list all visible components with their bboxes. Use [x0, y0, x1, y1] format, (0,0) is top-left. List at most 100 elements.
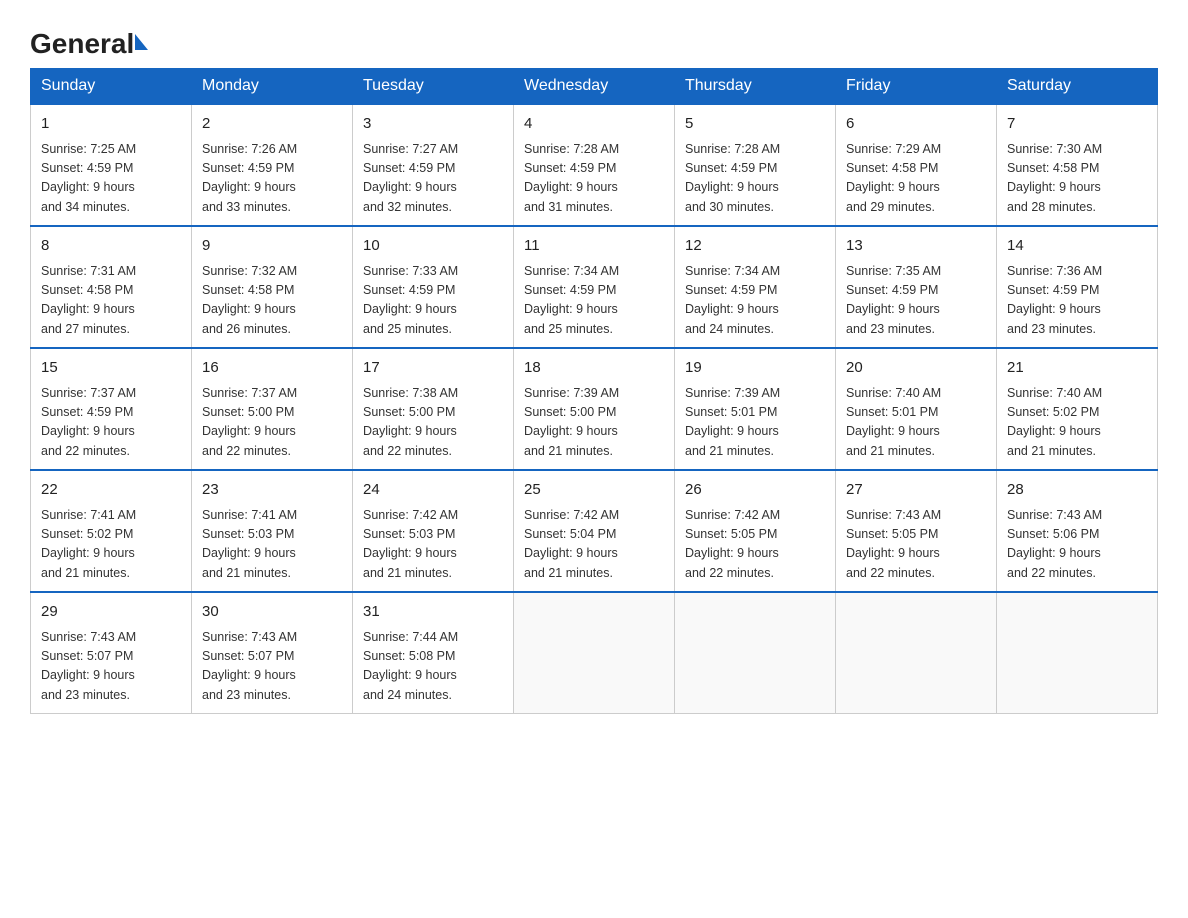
- day-info: Sunrise: 7:39 AM Sunset: 5:01 PM Dayligh…: [685, 384, 825, 462]
- day-number: 19: [685, 357, 825, 380]
- day-info: Sunrise: 7:42 AM Sunset: 5:04 PM Dayligh…: [524, 506, 664, 584]
- day-number: 6: [846, 113, 986, 136]
- calendar-cell: 10 Sunrise: 7:33 AM Sunset: 4:59 PM Dayl…: [353, 226, 514, 348]
- day-info: Sunrise: 7:31 AM Sunset: 4:58 PM Dayligh…: [41, 262, 181, 340]
- calendar-cell: [836, 592, 997, 714]
- day-info: Sunrise: 7:37 AM Sunset: 4:59 PM Dayligh…: [41, 384, 181, 462]
- calendar-cell: 14 Sunrise: 7:36 AM Sunset: 4:59 PM Dayl…: [997, 226, 1158, 348]
- calendar-cell: 18 Sunrise: 7:39 AM Sunset: 5:00 PM Dayl…: [514, 348, 675, 470]
- calendar-cell: 15 Sunrise: 7:37 AM Sunset: 4:59 PM Dayl…: [31, 348, 192, 470]
- calendar-cell: 3 Sunrise: 7:27 AM Sunset: 4:59 PM Dayli…: [353, 104, 514, 226]
- calendar-cell: 5 Sunrise: 7:28 AM Sunset: 4:59 PM Dayli…: [675, 104, 836, 226]
- logo-chevron-icon: [135, 34, 148, 50]
- day-info: Sunrise: 7:34 AM Sunset: 4:59 PM Dayligh…: [685, 262, 825, 340]
- day-info: Sunrise: 7:28 AM Sunset: 4:59 PM Dayligh…: [685, 140, 825, 218]
- calendar-cell: 11 Sunrise: 7:34 AM Sunset: 4:59 PM Dayl…: [514, 226, 675, 348]
- calendar-cell: 16 Sunrise: 7:37 AM Sunset: 5:00 PM Dayl…: [192, 348, 353, 470]
- calendar-cell: 7 Sunrise: 7:30 AM Sunset: 4:58 PM Dayli…: [997, 104, 1158, 226]
- calendar-cell: 20 Sunrise: 7:40 AM Sunset: 5:01 PM Dayl…: [836, 348, 997, 470]
- day-number: 2: [202, 113, 342, 136]
- calendar-week-row: 8 Sunrise: 7:31 AM Sunset: 4:58 PM Dayli…: [31, 226, 1158, 348]
- calendar-header-wednesday: Wednesday: [514, 69, 675, 105]
- calendar-cell: 28 Sunrise: 7:43 AM Sunset: 5:06 PM Dayl…: [997, 470, 1158, 592]
- day-info: Sunrise: 7:32 AM Sunset: 4:58 PM Dayligh…: [202, 262, 342, 340]
- calendar-header-saturday: Saturday: [997, 69, 1158, 105]
- day-number: 17: [363, 357, 503, 380]
- day-number: 29: [41, 601, 181, 624]
- calendar-cell: 22 Sunrise: 7:41 AM Sunset: 5:02 PM Dayl…: [31, 470, 192, 592]
- day-number: 20: [846, 357, 986, 380]
- day-info: Sunrise: 7:34 AM Sunset: 4:59 PM Dayligh…: [524, 262, 664, 340]
- day-info: Sunrise: 7:29 AM Sunset: 4:58 PM Dayligh…: [846, 140, 986, 218]
- day-number: 14: [1007, 235, 1147, 258]
- day-info: Sunrise: 7:33 AM Sunset: 4:59 PM Dayligh…: [363, 262, 503, 340]
- calendar-cell: 19 Sunrise: 7:39 AM Sunset: 5:01 PM Dayl…: [675, 348, 836, 470]
- calendar-header-tuesday: Tuesday: [353, 69, 514, 105]
- calendar-week-row: 1 Sunrise: 7:25 AM Sunset: 4:59 PM Dayli…: [31, 104, 1158, 226]
- day-number: 30: [202, 601, 342, 624]
- day-info: Sunrise: 7:40 AM Sunset: 5:01 PM Dayligh…: [846, 384, 986, 462]
- day-number: 16: [202, 357, 342, 380]
- page-header: General: [30, 20, 1158, 58]
- day-number: 31: [363, 601, 503, 624]
- calendar-week-row: 22 Sunrise: 7:41 AM Sunset: 5:02 PM Dayl…: [31, 470, 1158, 592]
- calendar-cell: 30 Sunrise: 7:43 AM Sunset: 5:07 PM Dayl…: [192, 592, 353, 714]
- day-number: 1: [41, 113, 181, 136]
- day-info: Sunrise: 7:43 AM Sunset: 5:06 PM Dayligh…: [1007, 506, 1147, 584]
- day-info: Sunrise: 7:30 AM Sunset: 4:58 PM Dayligh…: [1007, 140, 1147, 218]
- calendar-header-monday: Monday: [192, 69, 353, 105]
- logo-text-general: General: [30, 28, 134, 60]
- day-number: 3: [363, 113, 503, 136]
- day-number: 25: [524, 479, 664, 502]
- day-number: 27: [846, 479, 986, 502]
- day-number: 10: [363, 235, 503, 258]
- calendar-cell: 6 Sunrise: 7:29 AM Sunset: 4:58 PM Dayli…: [836, 104, 997, 226]
- day-number: 7: [1007, 113, 1147, 136]
- day-number: 5: [685, 113, 825, 136]
- calendar-header-row: SundayMondayTuesdayWednesdayThursdayFrid…: [31, 69, 1158, 105]
- calendar-cell: 12 Sunrise: 7:34 AM Sunset: 4:59 PM Dayl…: [675, 226, 836, 348]
- day-info: Sunrise: 7:43 AM Sunset: 5:07 PM Dayligh…: [41, 628, 181, 706]
- day-info: Sunrise: 7:41 AM Sunset: 5:03 PM Dayligh…: [202, 506, 342, 584]
- calendar-cell: 23 Sunrise: 7:41 AM Sunset: 5:03 PM Dayl…: [192, 470, 353, 592]
- day-number: 13: [846, 235, 986, 258]
- calendar-week-row: 15 Sunrise: 7:37 AM Sunset: 4:59 PM Dayl…: [31, 348, 1158, 470]
- day-info: Sunrise: 7:42 AM Sunset: 5:03 PM Dayligh…: [363, 506, 503, 584]
- day-info: Sunrise: 7:37 AM Sunset: 5:00 PM Dayligh…: [202, 384, 342, 462]
- calendar-cell: [997, 592, 1158, 714]
- calendar-cell: 2 Sunrise: 7:26 AM Sunset: 4:59 PM Dayli…: [192, 104, 353, 226]
- day-info: Sunrise: 7:39 AM Sunset: 5:00 PM Dayligh…: [524, 384, 664, 462]
- day-info: Sunrise: 7:26 AM Sunset: 4:59 PM Dayligh…: [202, 140, 342, 218]
- day-info: Sunrise: 7:40 AM Sunset: 5:02 PM Dayligh…: [1007, 384, 1147, 462]
- calendar-cell: 9 Sunrise: 7:32 AM Sunset: 4:58 PM Dayli…: [192, 226, 353, 348]
- day-info: Sunrise: 7:43 AM Sunset: 5:07 PM Dayligh…: [202, 628, 342, 706]
- day-info: Sunrise: 7:25 AM Sunset: 4:59 PM Dayligh…: [41, 140, 181, 218]
- calendar-cell: 25 Sunrise: 7:42 AM Sunset: 5:04 PM Dayl…: [514, 470, 675, 592]
- calendar-cell: 4 Sunrise: 7:28 AM Sunset: 4:59 PM Dayli…: [514, 104, 675, 226]
- day-info: Sunrise: 7:28 AM Sunset: 4:59 PM Dayligh…: [524, 140, 664, 218]
- calendar-cell: 8 Sunrise: 7:31 AM Sunset: 4:58 PM Dayli…: [31, 226, 192, 348]
- day-number: 15: [41, 357, 181, 380]
- calendar-table: SundayMondayTuesdayWednesdayThursdayFrid…: [30, 68, 1158, 714]
- day-info: Sunrise: 7:42 AM Sunset: 5:05 PM Dayligh…: [685, 506, 825, 584]
- day-number: 12: [685, 235, 825, 258]
- calendar-header-sunday: Sunday: [31, 69, 192, 105]
- day-info: Sunrise: 7:44 AM Sunset: 5:08 PM Dayligh…: [363, 628, 503, 706]
- day-info: Sunrise: 7:43 AM Sunset: 5:05 PM Dayligh…: [846, 506, 986, 584]
- day-number: 23: [202, 479, 342, 502]
- calendar-header-thursday: Thursday: [675, 69, 836, 105]
- day-info: Sunrise: 7:41 AM Sunset: 5:02 PM Dayligh…: [41, 506, 181, 584]
- day-number: 26: [685, 479, 825, 502]
- logo: General: [30, 20, 148, 58]
- day-number: 4: [524, 113, 664, 136]
- calendar-cell: 29 Sunrise: 7:43 AM Sunset: 5:07 PM Dayl…: [31, 592, 192, 714]
- calendar-cell: [675, 592, 836, 714]
- day-info: Sunrise: 7:27 AM Sunset: 4:59 PM Dayligh…: [363, 140, 503, 218]
- calendar-cell: 26 Sunrise: 7:42 AM Sunset: 5:05 PM Dayl…: [675, 470, 836, 592]
- day-number: 9: [202, 235, 342, 258]
- calendar-cell: 17 Sunrise: 7:38 AM Sunset: 5:00 PM Dayl…: [353, 348, 514, 470]
- calendar-header-friday: Friday: [836, 69, 997, 105]
- day-number: 28: [1007, 479, 1147, 502]
- calendar-cell: 27 Sunrise: 7:43 AM Sunset: 5:05 PM Dayl…: [836, 470, 997, 592]
- calendar-cell: 31 Sunrise: 7:44 AM Sunset: 5:08 PM Dayl…: [353, 592, 514, 714]
